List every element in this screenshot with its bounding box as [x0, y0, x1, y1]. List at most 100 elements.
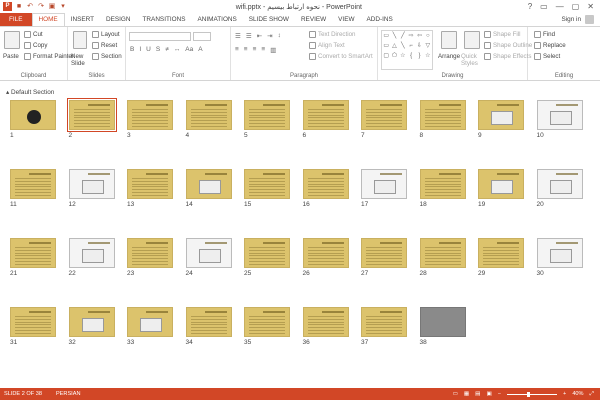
minimize-icon[interactable]: — [556, 2, 564, 11]
format-painter-button[interactable]: Format Painter [24, 53, 74, 60]
align-left-icon[interactable]: ≡ [235, 46, 239, 54]
slide-thumbnail[interactable]: 2 [66, 98, 117, 140]
slideshow-icon[interactable]: ▣ [486, 391, 491, 397]
slide-thumbnail[interactable]: 27 [361, 238, 407, 278]
paste-button[interactable]: Paste [3, 53, 19, 60]
avatar[interactable] [585, 15, 594, 24]
slide-thumbnail[interactable]: 9 [478, 100, 524, 140]
bullets-icon[interactable]: ☰ [235, 32, 241, 40]
align-right-icon[interactable]: ≡ [253, 46, 257, 54]
underline-icon[interactable]: U [146, 46, 151, 53]
slide-thumbnail[interactable]: 6 [302, 100, 349, 140]
align-text-button[interactable]: Align Text [309, 42, 345, 49]
tab-add-ins[interactable]: ADD-INS [361, 13, 399, 26]
slide-thumbnail[interactable]: 14 [185, 169, 232, 209]
help-icon[interactable]: ? [528, 2, 532, 11]
find-button[interactable]: Find [534, 31, 555, 38]
slide-thumbnail[interactable]: 19 [478, 169, 524, 209]
char-spacing-icon[interactable]: ↔ [174, 46, 181, 53]
change-case-icon[interactable]: Aa [185, 46, 193, 53]
slide-thumbnail[interactable]: 37 [361, 307, 407, 347]
language-indicator[interactable]: PERSIAN [52, 391, 91, 397]
reading-view-icon[interactable]: ▤ [475, 391, 480, 397]
slide-thumbnail[interactable]: 17 [361, 169, 407, 209]
slide-thumbnail[interactable]: 12 [68, 169, 115, 209]
tab-slide-show[interactable]: SLIDE SHOW [243, 13, 295, 26]
reset-button[interactable]: Reset [92, 42, 117, 49]
replace-button[interactable]: Replace [534, 42, 566, 49]
slide-thumbnail[interactable]: 21 [10, 238, 56, 278]
slide-thumbnail[interactable]: 36 [302, 307, 349, 347]
slide-thumbnail[interactable]: 18 [419, 169, 466, 209]
slide-thumbnail[interactable]: 29 [478, 238, 524, 278]
zoom-level[interactable]: 40% [572, 391, 583, 397]
slide-thumbnail[interactable]: 8 [419, 100, 466, 140]
align-center-icon[interactable]: ≡ [244, 46, 248, 54]
slide-thumbnail[interactable]: 20 [536, 169, 583, 209]
font-name-box[interactable] [129, 32, 191, 41]
sign-in-link[interactable]: Sign in [561, 13, 581, 26]
cut-button[interactable]: Cut [24, 31, 43, 38]
ribbon-display-icon[interactable]: ▭ [540, 2, 548, 11]
tab-review[interactable]: REVIEW [295, 13, 332, 26]
customize-qat-icon[interactable]: ▾ [59, 3, 67, 11]
slide-thumbnail[interactable]: 1 [10, 100, 56, 140]
tab-animations[interactable]: ANIMATIONS [192, 13, 243, 26]
slide-thumbnail[interactable]: 31 [10, 307, 56, 347]
zoom-slider-thumb[interactable] [527, 391, 531, 397]
layout-button[interactable]: Layout [92, 31, 120, 38]
zoom-out-icon[interactable]: − [498, 391, 501, 397]
normal-view-icon[interactable]: ▭ [453, 391, 458, 397]
convert-smartart-button[interactable]: Convert to SmartArt [309, 53, 373, 60]
redo-icon[interactable]: ↷ [37, 3, 45, 11]
tab-design[interactable]: DESIGN [100, 13, 137, 26]
slide-thumbnail[interactable]: 4 [185, 100, 232, 140]
zoom-in-icon[interactable]: + [563, 391, 566, 397]
slide-thumbnail[interactable]: 28 [419, 238, 466, 278]
slide-thumbnail[interactable]: 22 [68, 238, 115, 278]
undo-icon[interactable]: ↶ [26, 3, 34, 11]
increase-indent-icon[interactable]: ⇥ [267, 32, 272, 40]
decrease-indent-icon[interactable]: ⇤ [257, 32, 262, 40]
slide-thumbnail[interactable]: 7 [361, 100, 407, 140]
shape-outline-button[interactable]: Shape Outline [484, 42, 532, 49]
slide-thumbnail[interactable]: 3 [127, 100, 173, 140]
shapes-gallery[interactable]: ▭ ╲ ╱ ⇨ ⇦ ○ ▭ △ ╲ ⌐ ⇩ ▽ ▢ ⬠ ☆{} ☆ [381, 30, 433, 70]
text-direction-button[interactable]: Text Direction [309, 31, 355, 38]
tab-view[interactable]: VIEW [332, 13, 360, 26]
numbering-icon[interactable]: ☰ [246, 32, 252, 40]
columns-icon[interactable]: ▥ [270, 46, 276, 54]
shape-effects-button[interactable]: Shape Effects [484, 53, 531, 60]
slide-thumbnail[interactable]: 13 [127, 169, 173, 209]
slide-thumbnail[interactable]: 24 [185, 238, 232, 278]
tab-insert[interactable]: INSERT [65, 13, 100, 26]
slide-thumbnail[interactable]: 38 [419, 307, 466, 347]
slide-thumbnail[interactable]: 33 [127, 307, 173, 347]
font-color-icon[interactable]: A [198, 46, 202, 53]
line-spacing-icon[interactable]: ↕ [278, 32, 281, 40]
slide-thumbnail[interactable]: 30 [536, 238, 583, 278]
font-size-box[interactable] [193, 32, 211, 41]
slide-thumbnail[interactable]: 11 [10, 169, 56, 209]
save-icon[interactable]: ■ [15, 3, 23, 11]
tab-transitions[interactable]: TRANSITIONS [137, 13, 192, 26]
slide-thumbnail[interactable]: 10 [536, 100, 583, 140]
italic-icon[interactable]: I [139, 46, 141, 53]
fit-to-window-icon[interactable]: ⤢ [590, 391, 594, 398]
slide-thumbnail[interactable]: 26 [302, 238, 349, 278]
select-button[interactable]: Select [534, 53, 560, 60]
arrange-button[interactable]: Arrange [438, 53, 460, 60]
slide-thumbnail[interactable]: 15 [244, 169, 290, 209]
slide-sorter-icon[interactable]: ▦ [464, 391, 469, 397]
new-slide-button[interactable]: New Slide [71, 53, 91, 67]
copy-button[interactable]: Copy [24, 42, 47, 49]
quick-styles-button[interactable]: Quick Styles [461, 53, 483, 67]
shadow-icon[interactable]: S [156, 46, 160, 53]
maximize-icon[interactable]: ▢ [572, 2, 580, 11]
close-icon[interactable]: ✕ [587, 2, 594, 11]
slide-thumbnail[interactable]: 32 [68, 307, 115, 347]
bold-icon[interactable]: B [130, 46, 134, 53]
tab-file[interactable]: FILE [0, 13, 32, 26]
start-slideshow-icon[interactable]: ▣ [48, 3, 56, 11]
slide-thumbnail[interactable]: 23 [127, 238, 173, 278]
